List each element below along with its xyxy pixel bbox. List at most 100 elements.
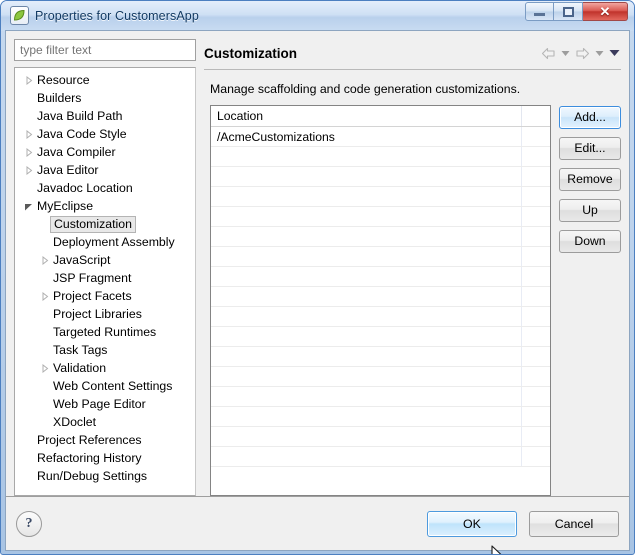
locations-table[interactable]: Location /AcmeCustomizations [210,105,551,496]
up-button[interactable]: Up [559,199,621,222]
remove-button[interactable]: Remove [559,168,621,191]
table-body[interactable]: /AcmeCustomizations [211,127,550,495]
table-cell [211,347,522,366]
table-row[interactable] [211,327,550,347]
table-cell [211,367,522,386]
table-row[interactable] [211,147,550,167]
window-controls: ✕ [525,2,628,21]
tree-item-refactoring-history[interactable]: Refactoring History [15,449,195,467]
tree-item-java-build-path[interactable]: Java Build Path [15,107,195,125]
table-row[interactable] [211,247,550,267]
preferences-tree[interactable]: Resource Builders Java Build Path Java Code… [14,67,196,496]
add-button[interactable]: Add... [559,106,621,129]
minimize-button[interactable] [525,2,554,21]
table-row[interactable] [211,207,550,227]
back-chevron-down-icon[interactable] [560,49,571,58]
restore-button[interactable] [554,2,583,21]
table-cell [211,207,522,226]
left-pane: Resource Builders Java Build Path Java Code… [14,39,196,496]
tree-collapsed-arrow-icon[interactable] [37,255,52,265]
tree-item-jsp-fragment[interactable]: JSP Fragment [15,269,195,287]
table-action-buttons: Add... Edit... Remove Up Down [559,105,621,496]
table-row[interactable] [211,167,550,187]
tree-item-java-code-style[interactable]: Java Code Style [15,125,195,143]
table-cell [522,347,550,366]
tree-item-project-references[interactable]: Project References [15,431,195,449]
table-column-header[interactable] [522,106,550,126]
tree-expanded-arrow-icon[interactable] [21,202,36,211]
table-cell [211,187,522,206]
ok-button[interactable]: OK [427,510,517,537]
tree-item-label: MyEclipse [37,199,94,213]
table-cell [522,167,550,186]
view-menu-chevron-down-icon[interactable] [608,48,621,58]
tree-item-targeted-runtimes[interactable]: Targeted Runtimes [15,323,195,341]
tree-item-label: Javadoc Location [37,181,133,195]
table-row[interactable] [211,227,550,247]
tree-item-javadoc-location[interactable]: Javadoc Location [15,179,195,197]
tree-collapsed-arrow-icon[interactable] [37,291,52,301]
close-button[interactable]: ✕ [583,2,628,21]
table-cell [522,287,550,306]
tree-item-web-page-editor[interactable]: Web Page Editor [15,395,195,413]
tree-item-run-debug-settings[interactable]: Run/Debug Settings [15,467,195,485]
table-cell [522,247,550,266]
help-icon[interactable]: ? [16,510,42,537]
tree-item-task-tags[interactable]: Task Tags [15,341,195,359]
properties-dialog-window: Properties for CustomersApp ✕ Resource Bu… [0,0,635,555]
table-row[interactable]: /AcmeCustomizations [211,127,550,147]
tree-collapsed-arrow-icon[interactable] [37,363,52,373]
table-cell [522,427,550,446]
tree-item-project-facets[interactable]: Project Facets [15,287,195,305]
table-row[interactable] [211,447,550,467]
tree-item-label: Refactoring History [37,451,142,465]
table-cell [522,127,550,146]
table-cell [522,327,550,346]
table-row[interactable] [211,187,550,207]
tree-item-deployment-assembly[interactable]: Deployment Assembly [15,233,195,251]
table-row[interactable] [211,287,550,307]
forward-chevron-down-icon[interactable] [594,49,605,58]
tree-item-myeclipse[interactable]: MyEclipse [15,197,195,215]
tree-item-label: Resource [37,73,90,87]
table-row[interactable] [211,347,550,367]
table-header-row: Location [211,106,550,127]
back-arrow-icon[interactable] [540,46,557,61]
table-cell [522,307,550,326]
table-cell [522,187,550,206]
table-row[interactable] [211,307,550,327]
table-column-header[interactable]: Location [211,106,522,126]
cancel-button[interactable]: Cancel [529,510,619,537]
tree-collapsed-arrow-icon[interactable] [21,165,36,175]
table-cell [522,147,550,166]
table-row[interactable] [211,407,550,427]
close-icon: ✕ [599,4,611,19]
title-bar[interactable]: Properties for CustomersApp ✕ [5,1,630,30]
filter-input[interactable] [14,39,196,61]
table-cell [522,207,550,226]
tree-item-java-editor[interactable]: Java Editor [15,161,195,179]
tree-item-validation[interactable]: Validation [15,359,195,377]
page-description: Manage scaffolding and code generation c… [210,82,521,96]
table-row[interactable] [211,427,550,447]
tree-item-customization[interactable]: Customization [15,215,195,233]
tree-collapsed-arrow-icon[interactable] [21,147,36,157]
tree-item-project-libraries[interactable]: Project Libraries [15,305,195,323]
forward-arrow-icon[interactable] [574,46,591,61]
edit-button[interactable]: Edit... [559,137,621,160]
tree-item-resource[interactable]: Resource [15,71,195,89]
tree-collapsed-arrow-icon[interactable] [21,75,36,85]
tree-item-builders[interactable]: Builders [15,89,195,107]
page-navigation [540,46,621,61]
table-row[interactable] [211,267,550,287]
table-cell [211,447,522,466]
tree-item-java-compiler[interactable]: Java Compiler [15,143,195,161]
table-row[interactable] [211,387,550,407]
down-button[interactable]: Down [559,230,621,253]
tree-collapsed-arrow-icon[interactable] [21,129,36,139]
table-cell [211,307,522,326]
tree-item-web-content-settings[interactable]: Web Content Settings [15,377,195,395]
table-row[interactable] [211,367,550,387]
tree-item-javascript[interactable]: JavaScript [15,251,195,269]
tree-item-xdoclet[interactable]: XDoclet [15,413,195,431]
